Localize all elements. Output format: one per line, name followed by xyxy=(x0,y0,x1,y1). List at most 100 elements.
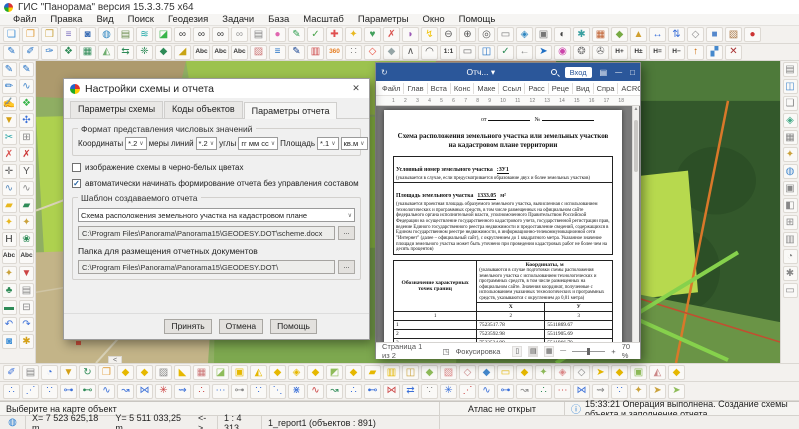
toolbar-icon[interactable]: ▨ xyxy=(155,365,172,380)
toolbar-icon[interactable]: ∴ xyxy=(3,384,20,399)
toolbar-icon[interactable]: ➤ xyxy=(535,45,552,60)
zoom-slider-thumb[interactable] xyxy=(587,348,590,355)
toolbar-icon[interactable]: ◍ xyxy=(783,164,798,179)
scrollbar-thumb[interactable] xyxy=(634,120,638,172)
toolbar-icon[interactable]: ✛ xyxy=(2,164,17,179)
toolbar-icon[interactable]: ◆ xyxy=(155,45,172,60)
sign-in-button[interactable]: Вход xyxy=(565,67,592,78)
toolbar-icon[interactable]: ✐ xyxy=(22,45,39,60)
toolbar-icon[interactable]: ▼ xyxy=(60,365,77,380)
toolbar-icon[interactable]: ▦ xyxy=(592,27,609,42)
toolbar-icon[interactable]: ▤ xyxy=(19,283,34,298)
ribbon-tab[interactable]: Файл xyxy=(379,83,404,94)
toolbar-icon[interactable]: ⊞ xyxy=(783,215,798,230)
toolbar-icon[interactable]: ▣ xyxy=(783,181,798,196)
toolbar-icon[interactable]: ⊷ xyxy=(79,384,96,399)
toolbar-icon[interactable]: ∞ xyxy=(193,27,210,42)
toolbar-icon[interactable]: ▲ xyxy=(630,27,647,42)
toolbar-icon[interactable]: ∧ xyxy=(402,45,419,60)
toolbar-icon[interactable]: ◆ xyxy=(345,365,362,380)
toolbar-icon[interactable]: ◧ xyxy=(783,198,798,213)
toolbar-icon[interactable]: ✐ xyxy=(3,365,20,380)
document-area[interactable]: от № Схема расположения земельного участ… xyxy=(376,106,640,342)
toolbar-icon[interactable]: ♥ xyxy=(364,27,381,42)
bw-scheme-checkbox-row[interactable]: изображение схемы в черно-белых цветах xyxy=(72,163,361,172)
menu-item[interactable]: Правка xyxy=(43,14,89,25)
ribbon-tab[interactable]: Расс xyxy=(525,83,548,94)
toolbar-icon[interactable]: Abc xyxy=(212,45,229,60)
coords-format-select[interactable]: *.2∨ xyxy=(125,137,147,150)
toolbar-icon[interactable]: ▥ xyxy=(783,232,798,247)
toolbar-icon[interactable]: Abc xyxy=(193,45,210,60)
toolbar-icon[interactable]: ◇ xyxy=(459,365,476,380)
toolbar-icon[interactable]: ◆ xyxy=(611,365,628,380)
toolbar-icon[interactable]: ≡ xyxy=(60,27,77,42)
toolbar-icon[interactable]: ▣ xyxy=(535,27,552,42)
area-format-select[interactable]: *.1∨ xyxy=(317,137,339,150)
toolbar-icon[interactable]: ➤ xyxy=(668,384,685,399)
toolbar-icon[interactable]: ✎ xyxy=(288,27,305,42)
toolbar-icon[interactable]: ◠ xyxy=(421,45,438,60)
toolbar-icon[interactable]: ◪ xyxy=(155,27,172,42)
toolbar-icon[interactable]: ▦ xyxy=(193,365,210,380)
ribbon-display-icon[interactable]: ▤ xyxy=(600,68,608,77)
toolbar-icon[interactable]: ⋱ xyxy=(269,384,286,399)
toolbar-icon[interactable]: ◇ xyxy=(364,45,381,60)
toolbar-icon[interactable]: ≡ xyxy=(269,45,286,60)
toolbar-icon[interactable]: ◩ xyxy=(326,365,343,380)
toolbar-icon[interactable]: ▰ xyxy=(364,365,381,380)
toolbar-icon[interactable]: ↝ xyxy=(516,384,533,399)
toolbar-icon[interactable]: ❒ xyxy=(41,27,58,42)
toolbar-icon[interactable]: ◎ xyxy=(478,27,495,42)
area-unit-select[interactable]: кв.м∨ xyxy=(341,137,368,150)
toolbar-icon[interactable]: H xyxy=(2,232,17,247)
toolbar-icon[interactable]: ✎ xyxy=(2,62,17,77)
menu-item[interactable]: Геодезия xyxy=(161,14,215,25)
toolbar-icon[interactable]: ⊷ xyxy=(364,384,381,399)
toolbar-icon[interactable]: ◫ xyxy=(783,79,798,94)
toolbar-icon[interactable]: ⋈ xyxy=(383,384,400,399)
toolbar-icon[interactable]: ⊖ xyxy=(440,27,457,42)
toolbar-icon[interactable]: ⊕ xyxy=(459,27,476,42)
page-indicator[interactable]: Страница 1 из 2 xyxy=(382,342,423,360)
toolbar-icon[interactable]: ◣ xyxy=(174,365,191,380)
toolbar-icon[interactable]: ≋ xyxy=(136,27,153,42)
ribbon-tab[interactable]: Ссыл xyxy=(499,83,525,94)
toolbar-icon[interactable]: ↻ xyxy=(79,365,96,380)
auto-report-checkbox-row[interactable]: ✓ автоматически начинать формирование от… xyxy=(72,179,361,188)
toolbar-icon[interactable]: ∵ xyxy=(41,384,58,399)
document-page[interactable]: от № Схема расположения земельного участ… xyxy=(384,110,622,342)
toolbar-icon[interactable]: ◆ xyxy=(611,27,628,42)
toolbar-icon[interactable]: ⊟ xyxy=(19,300,34,315)
web-layout-icon[interactable]: ▦ xyxy=(544,346,554,357)
toolbar-icon[interactable]: ◢ xyxy=(174,45,191,60)
toolbar-icon[interactable]: ➤ xyxy=(649,384,666,399)
toolbar-icon[interactable]: ▼ xyxy=(2,113,17,128)
toolbar-icon[interactable]: ◆ xyxy=(136,365,153,380)
toolbar-icon[interactable]: ♣ xyxy=(2,283,17,298)
ribbon-tab[interactable]: Вста xyxy=(428,83,451,94)
toolbar-icon[interactable]: ✎ xyxy=(19,62,34,77)
toolbar-icon[interactable]: ∵ xyxy=(250,384,267,399)
toolbar-collapse-handle[interactable]: < xyxy=(108,356,122,364)
toolbar-icon[interactable]: Abc xyxy=(231,45,248,60)
toolbar-icon[interactable]: ✂ xyxy=(2,130,17,145)
toolbar-icon[interactable]: ▤ xyxy=(250,27,267,42)
toolbar-icon[interactable]: ◆ xyxy=(383,45,400,60)
map-scale[interactable]: 1 : 4 313 xyxy=(218,416,262,429)
ribbon-tab[interactable]: Реце xyxy=(549,83,573,94)
angles-format-select[interactable]: гг мм сс∨ xyxy=(238,137,278,150)
toolbar-icon[interactable]: ⊶ xyxy=(231,384,248,399)
toolbar-icon[interactable]: ✓ xyxy=(497,45,514,60)
toolbar-icon[interactable]: ◈ xyxy=(783,113,798,128)
menu-item[interactable]: Поиск xyxy=(121,14,161,25)
menu-item[interactable]: Параметры xyxy=(351,14,416,25)
toolbar-icon[interactable]: ◆ xyxy=(668,365,685,380)
toolbar-icon[interactable]: ▭ xyxy=(783,283,798,298)
toolbar-icon[interactable]: ∴ xyxy=(345,384,362,399)
toolbar-icon[interactable]: H+ xyxy=(611,45,628,60)
toolbar-icon[interactable]: ✱ xyxy=(783,266,798,281)
toolbar-icon[interactable]: ▨ xyxy=(250,45,267,60)
toolbar-icon[interactable]: ⊶ xyxy=(60,384,77,399)
word-scrollbar[interactable]: ▲ xyxy=(632,106,639,342)
